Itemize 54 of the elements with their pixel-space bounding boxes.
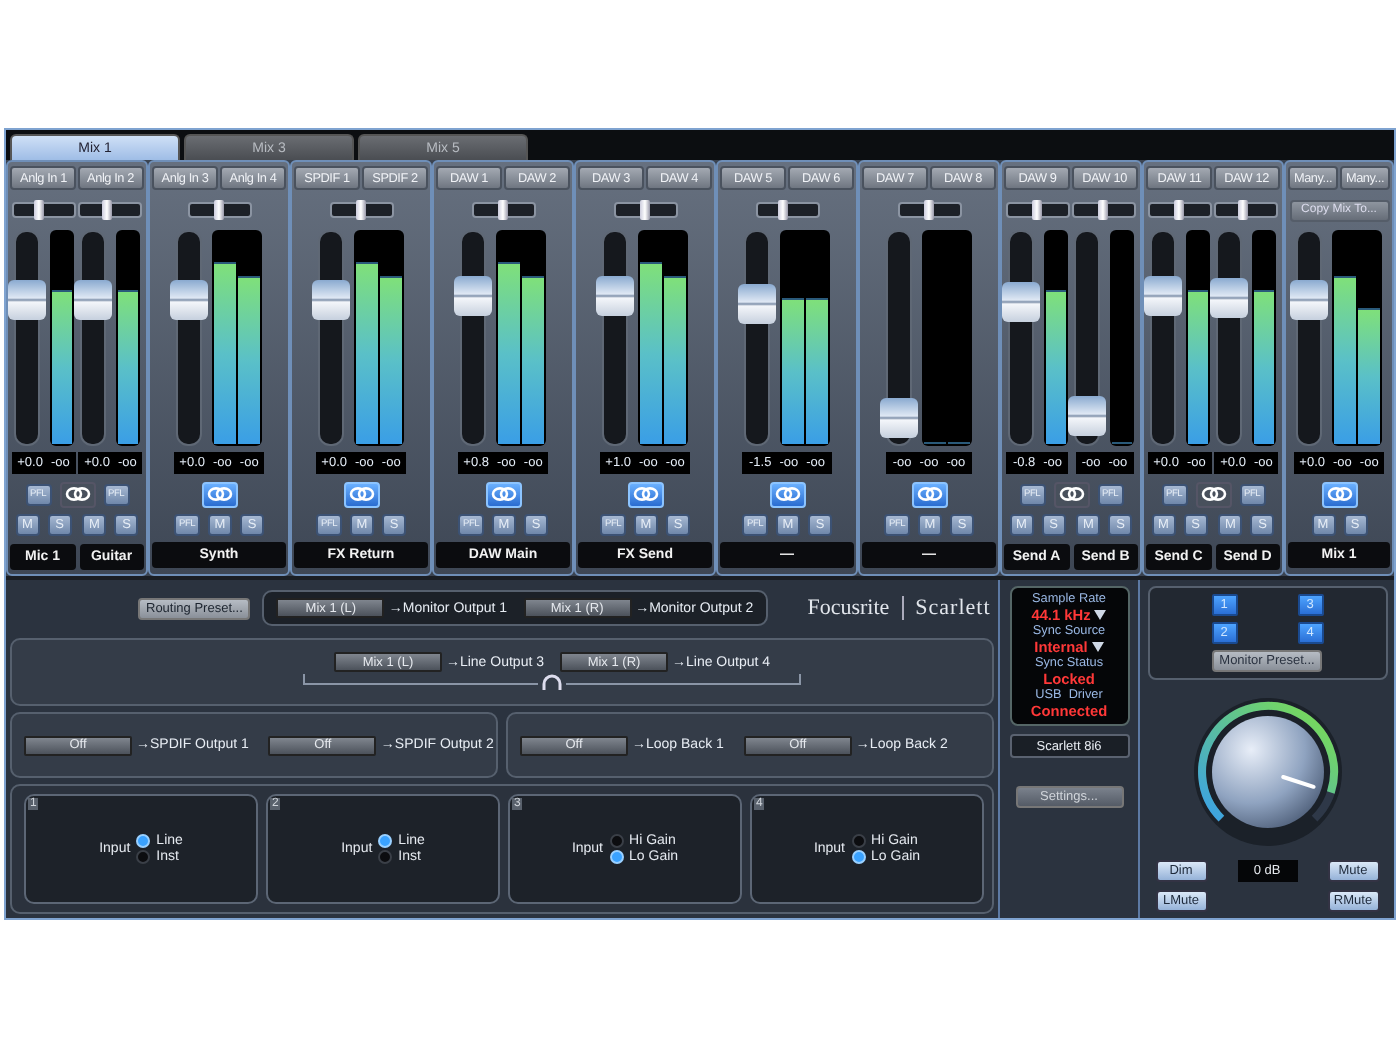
- pan-handle[interactable]: [102, 200, 113, 220]
- pan-handle[interactable]: [355, 200, 365, 220]
- pan-handle[interactable]: [1098, 200, 1109, 220]
- pan-handle[interactable]: [639, 200, 649, 220]
- fader-handle[interactable]: [1143, 276, 1182, 317]
- link-button[interactable]: [201, 481, 237, 507]
- link-icon: [205, 486, 233, 502]
- link-icon: [63, 486, 91, 502]
- fader-handle[interactable]: [1290, 280, 1328, 321]
- pan-handle[interactable]: [497, 200, 507, 220]
- fader-handle[interactable]: [880, 397, 918, 438]
- fader-handle[interactable]: [7, 280, 46, 321]
- fader-handle[interactable]: [312, 280, 350, 321]
- fader-handle[interactable]: [454, 275, 492, 315]
- link-button[interactable]: [769, 481, 805, 507]
- fader-handle[interactable]: [596, 276, 634, 317]
- product-logo: Scarlett: [915, 596, 991, 620]
- link-button[interactable]: [59, 481, 95, 507]
- link-button[interactable]: [1195, 481, 1231, 507]
- pan-handle[interactable]: [923, 200, 933, 220]
- fader-handle[interactable]: [1001, 281, 1040, 322]
- pan-handle[interactable]: [1173, 200, 1184, 220]
- link-icon: [1325, 486, 1353, 502]
- pan-handle[interactable]: [1238, 200, 1249, 220]
- fader-handle[interactable]: [170, 280, 208, 321]
- link-button[interactable]: [1321, 481, 1357, 507]
- fader-handle[interactable]: [738, 283, 776, 324]
- link-button[interactable]: [343, 481, 379, 507]
- headphones-bracket-icon: [302, 674, 802, 692]
- pan-handle[interactable]: [33, 200, 44, 220]
- link-icon: [489, 486, 517, 502]
- radio-button[interactable]: [851, 834, 866, 848]
- pan-handle[interactable]: [1031, 200, 1042, 220]
- link-icon: [773, 486, 801, 502]
- link-icon: [347, 486, 375, 502]
- radio-button[interactable]: [378, 850, 393, 864]
- radio-button[interactable]: [136, 850, 151, 864]
- link-icon: [1199, 486, 1227, 502]
- brand-logo: Focusrite: [807, 596, 904, 620]
- fader-handle[interactable]: [74, 280, 113, 321]
- pan-handle[interactable]: [778, 200, 789, 220]
- link-icon: [915, 486, 943, 502]
- link-button[interactable]: [911, 481, 947, 507]
- radio-button[interactable]: [609, 834, 624, 848]
- pan-handle[interactable]: [213, 200, 223, 220]
- link-button[interactable]: [1053, 481, 1089, 507]
- link-button[interactable]: [485, 481, 521, 507]
- dropdown-arrow-icon[interactable]: [1091, 642, 1104, 652]
- fader-handle[interactable]: [1210, 278, 1249, 319]
- link-icon: [631, 486, 659, 502]
- dropdown-arrow-icon[interactable]: [1094, 610, 1107, 620]
- fader-handle[interactable]: [1068, 395, 1107, 436]
- link-button[interactable]: [627, 481, 663, 507]
- link-icon: [1057, 486, 1085, 502]
